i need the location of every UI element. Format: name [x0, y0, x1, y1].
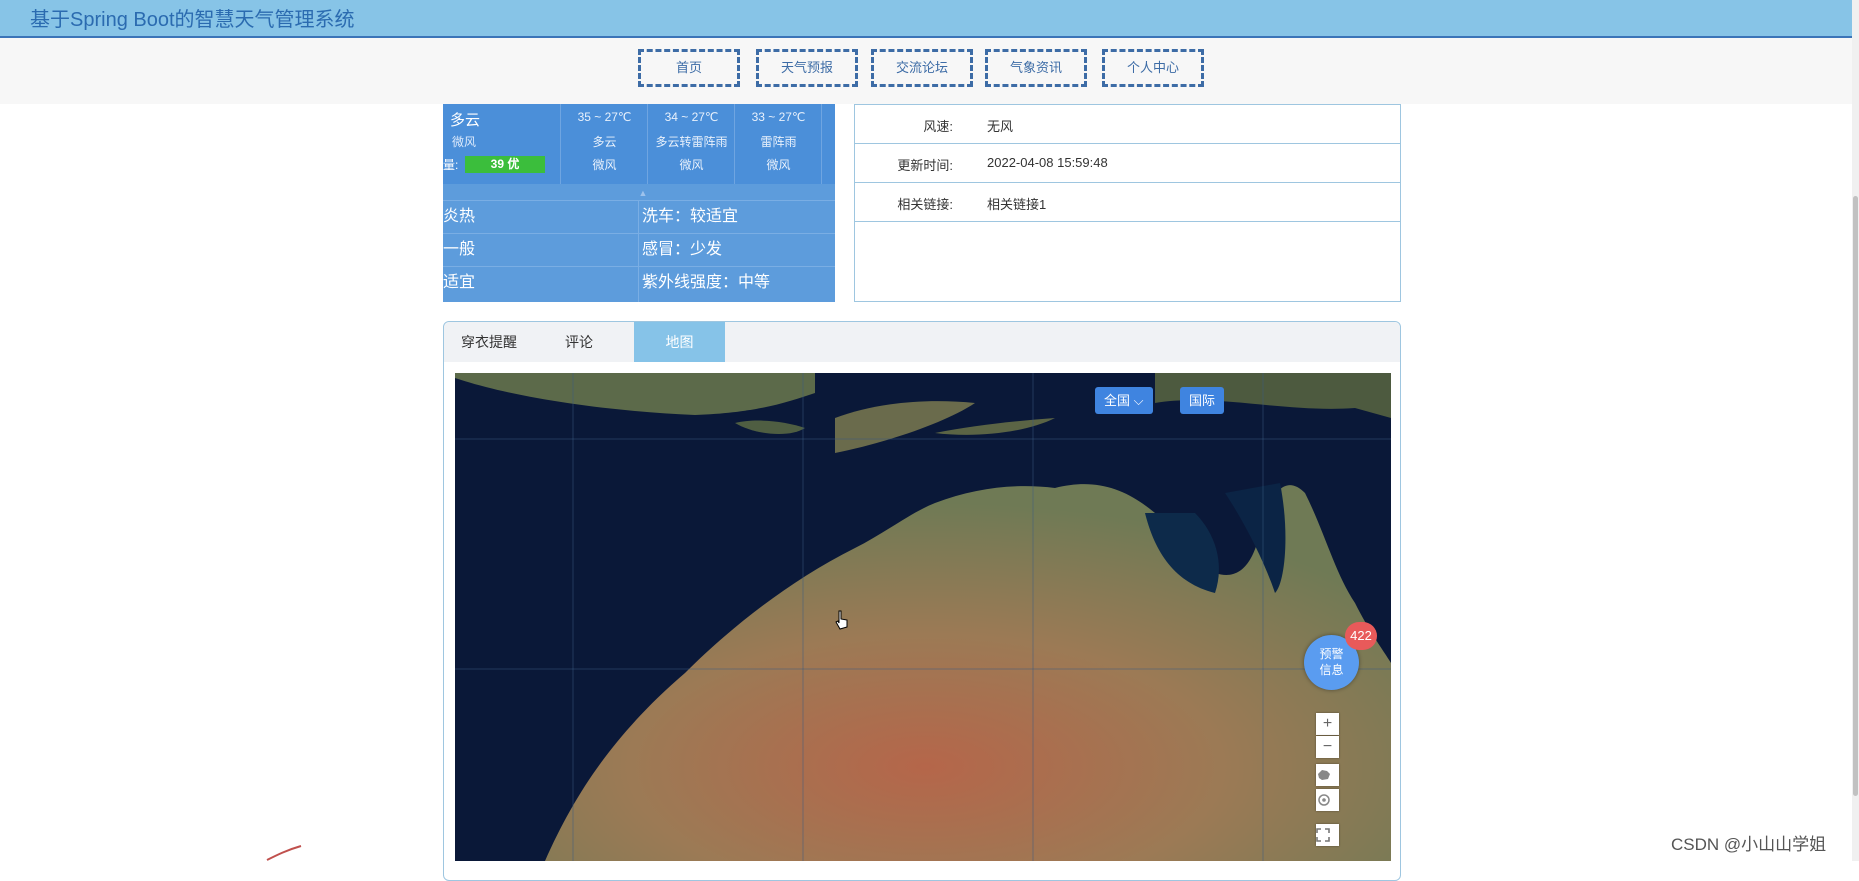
app-title: 基于Spring Boot的智慧天气管理系统 [30, 9, 355, 31]
china-map-icon[interactable] [1316, 764, 1339, 786]
tab-clothing[interactable]: 穿衣提醒 [444, 322, 534, 362]
day-temp: 34 ~ 27℃ [664, 110, 719, 124]
region-select-value: 全国 [1104, 393, 1131, 408]
forecast-day: 34 ~ 27℃ 多云转雷阵雨 微风 [647, 104, 735, 184]
info-label: 风速: [923, 119, 953, 134]
map-imagery [455, 373, 1391, 861]
zoom-out-button[interactable]: − [1316, 736, 1339, 758]
forecast-day: 35 ~ 27℃ 多云 微风 [560, 104, 648, 184]
aqi-label: 量: [443, 158, 459, 172]
scrollbar-thumb[interactable] [1853, 196, 1858, 796]
day-condition: 多云转雷阵雨 [655, 135, 728, 149]
international-button[interactable]: 国际 [1180, 387, 1225, 414]
warning-label: 信息 [1319, 663, 1344, 677]
nav-profile[interactable]: 个人中心 [1102, 49, 1204, 87]
warning-count-badge: 422 [1345, 622, 1377, 650]
decorative-stroke [266, 845, 302, 861]
nav-home[interactable]: 首页 [638, 49, 740, 87]
info-value: 2022-04-08 15:59:48 [987, 155, 1108, 170]
info-row: 相关链接: 相关链接1 [855, 183, 1400, 222]
divider [638, 200, 639, 302]
life-index: 感冒：少发 [642, 241, 723, 258]
life-index: 洗车：较适宜 [642, 208, 739, 225]
weather-widget: 多云 微风 量: 39 优 35 ~ 27℃ 多云 微风 34 ~ 27℃ 多云… [443, 104, 835, 302]
info-label: 相关链接: [897, 197, 953, 212]
locate-icon[interactable] [1316, 789, 1339, 811]
info-row: 风速: 无风 [855, 105, 1400, 144]
aqi-badge: 39 优 [465, 156, 545, 173]
region-select[interactable]: 全国 ⌵ [1095, 387, 1153, 414]
fullscreen-icon[interactable] [1316, 824, 1339, 846]
day-wind: 微风 [766, 158, 791, 172]
day-temp: 35 ~ 27℃ [577, 110, 632, 124]
today-wind: 微风 [452, 135, 477, 149]
satellite-map[interactable]: 全国 ⌵ 国际 预警 信息 422 + − [455, 373, 1391, 861]
day-wind: 微风 [679, 158, 704, 172]
forecast-day: 33 ~ 27℃ 雷阵雨 微风 [734, 104, 822, 184]
today-condition: 多云 [450, 112, 481, 129]
day-condition: 雷阵雨 [760, 135, 797, 149]
related-link[interactable]: 相关链接1 [987, 194, 1046, 213]
life-index: 紫外线强度：中等 [642, 274, 771, 291]
day-temp: 33 ~ 27℃ [751, 110, 806, 124]
tab-map[interactable]: 地图 [634, 322, 725, 362]
app-header: 基于Spring Boot的智慧天气管理系统 [0, 0, 1852, 38]
carousel-indicator[interactable]: ▲ [603, 188, 683, 198]
hand-cursor-icon [835, 610, 848, 630]
info-row: 更新时间: 2022-04-08 15:59:48 [855, 144, 1400, 183]
chevron-down-icon: ⌵ [1133, 393, 1144, 408]
nav-forecast[interactable]: 天气预报 [756, 49, 858, 87]
day-wind: 微风 [592, 158, 617, 172]
life-index-row: 适宜 紫外线强度：中等 [443, 266, 835, 299]
nav-news[interactable]: 气象资讯 [985, 49, 1087, 87]
life-index-row: 炎热 洗车：较适宜 [443, 200, 835, 233]
life-index-row: 一般 感冒：少发 [443, 233, 835, 266]
info-label: 更新时间: [897, 158, 953, 173]
zoom-in-button[interactable]: + [1316, 713, 1339, 735]
tab-bar: 穿衣提醒 评论 地图 [444, 322, 1400, 362]
warning-label: 预警 [1319, 647, 1344, 661]
forecast-strip: 多云 微风 量: 39 优 35 ~ 27℃ 多云 微风 34 ~ 27℃ 多云… [443, 104, 835, 184]
day-condition: 多云 [592, 135, 617, 149]
weather-info-table: 风速: 无风 更新时间: 2022-04-08 15:59:48 相关链接: 相… [854, 104, 1401, 302]
forecast-day-partial [821, 104, 835, 184]
tab-comments[interactable]: 评论 [534, 322, 624, 362]
life-index: 炎热 [443, 208, 476, 225]
life-index: 适宜 [443, 274, 476, 291]
watermark: CSDN @小山山学姐 [1671, 835, 1827, 854]
info-value: 无风 [987, 119, 1014, 134]
life-index: 一般 [443, 241, 476, 258]
nav-forum[interactable]: 交流论坛 [871, 49, 973, 87]
main-nav: 首页 天气预报 交流论坛 气象资讯 个人中心 [0, 38, 1852, 104]
